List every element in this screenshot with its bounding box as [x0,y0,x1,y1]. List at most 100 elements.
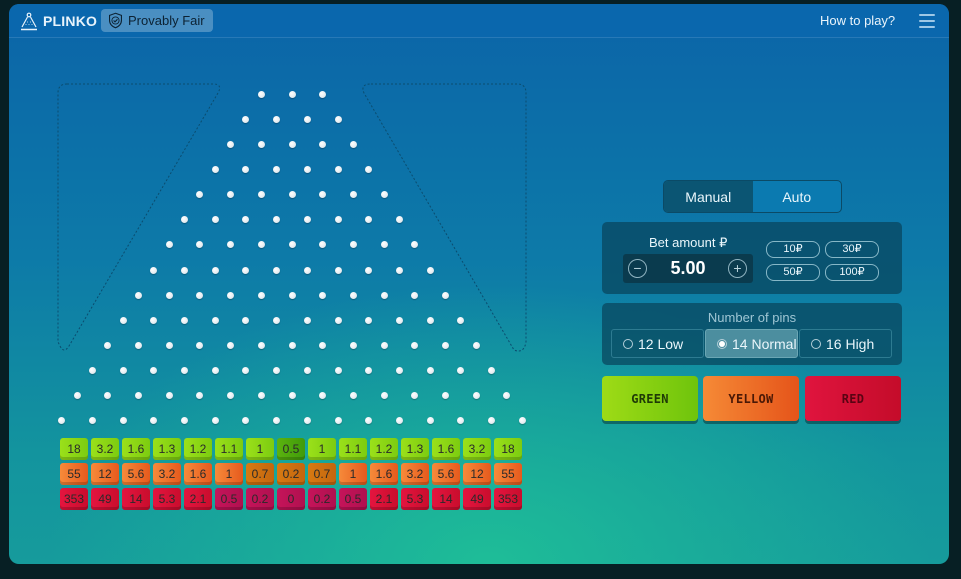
pin [181,316,189,324]
pin [380,291,388,299]
multiplier-cell: 1.6 [184,463,212,485]
pin [135,291,143,299]
multiplier-cell: 3.2 [401,463,429,485]
multiplier-cell: 3.2 [91,438,119,460]
pin [288,392,296,400]
multiplier-cell: 1.6 [370,463,398,485]
pin [303,165,311,173]
multiplier-cell: 0.2 [308,488,336,510]
pin [119,367,127,375]
multiplier-cell: 1 [308,438,336,460]
pin [288,90,296,98]
pin [303,266,311,274]
pin [227,291,235,299]
bet-amount-label: Bet amount ₽ [649,235,728,250]
pin [319,291,327,299]
multiplier-cell: 0.7 [246,463,274,485]
pins-option-14-normal[interactable]: 14 Normal [705,329,798,358]
pin [273,266,281,274]
multiplier-cell: 0.5 [215,488,243,510]
pin [211,266,219,274]
pin [211,165,219,173]
plus-circle-icon[interactable]: + [728,259,747,278]
game-window: PLINKO Provably Fair How to play? 18 3.2 1… [9,4,949,564]
radio-selected-icon [717,338,727,349]
pin [426,316,434,324]
pin [395,266,403,274]
pin [349,342,357,349]
multiplier-cell: 1.6 [122,438,150,460]
pin [303,115,311,123]
chip-100[interactable]: 100₽ [825,264,879,281]
tab-auto[interactable]: Auto [753,181,842,212]
pin [457,316,465,324]
pin [426,417,434,425]
multiplier-cell: 1.2 [370,438,398,460]
pin [273,115,281,123]
radio-icon [811,338,821,349]
multiplier-cell: 1 [246,438,274,460]
right-guide-outline [362,83,527,352]
option-label: 12 Low [638,335,684,352]
pin [119,316,127,324]
chip-50[interactable]: 50₽ [766,264,820,281]
multiplier-cell: 5.6 [122,463,150,485]
pin [411,291,419,299]
pin [288,291,296,299]
multiplier-cell: 353 [494,488,522,510]
multiplier-cell: 18 [494,438,522,460]
pin [165,342,173,349]
multiplier-cell: 1 [339,463,367,485]
bet-panel: Bet amount ₽ − 5.00 + 10₽ 30₽ 50₽ 100₽ [602,222,902,294]
mode-toggle: Manual Auto [663,180,842,213]
multiplier-cell: 18 [60,438,88,460]
multiplier-cell: 55 [494,463,522,485]
pin [303,316,311,324]
multiplier-cell: 12 [91,463,119,485]
hamburger-menu-icon[interactable] [919,14,935,28]
multiplier-cell: 0.5 [339,488,367,510]
pin [334,417,342,425]
radio-icon [623,338,633,349]
pin [288,191,296,199]
multiplier-row-yellow: 55 12 5.6 3.2 1.6 1 0.7 0.2 0.7 1 1.6 3.2 5.6 12 55 [60,463,522,485]
multiplier-cell: 55 [60,463,88,485]
tab-manual[interactable]: Manual [664,181,753,212]
multiplier-cell: 1.3 [401,438,429,460]
bet-amount-input[interactable]: − 5.00 + [623,254,753,283]
pin [288,342,296,349]
pin [380,191,388,199]
play-yellow-button[interactable]: YELLOW [703,376,799,421]
multiplier-cell: 1 [215,463,243,485]
pin [165,291,173,299]
multiplier-cell: 0.7 [308,463,336,485]
multiplier-cell: 0.5 [277,438,305,460]
chip-10[interactable]: 10₽ [766,241,820,258]
pin [518,417,526,425]
multiplier-cell: 14 [432,488,460,510]
pin [472,392,480,400]
pins-option-12-low[interactable]: 12 Low [611,329,704,358]
multiplier-cell: 14 [122,488,150,510]
multiplier-cell: 1.3 [153,438,181,460]
play-red-button[interactable]: RED [805,376,901,421]
pins-option-16-high[interactable]: 16 High [799,329,892,358]
pin [380,392,388,400]
pin [257,140,265,148]
multiplier-cell: 2.1 [370,488,398,510]
pin [365,316,373,324]
pin [334,367,342,375]
pin [441,342,449,349]
pin [288,241,296,249]
multiplier-cell: 5.6 [432,463,460,485]
how-to-play-link[interactable]: How to play? [820,13,895,28]
multiplier-cell: 5.3 [401,488,429,510]
multiplier-cell: 0 [277,488,305,510]
plinko-board: 18 3.2 1.6 1.3 1.2 1.1 1 0.5 1 1.1 1.2 1.3 1.6 3.2 18 … [9,4,569,564]
pin [472,342,480,349]
chip-30[interactable]: 30₽ [825,241,879,258]
option-label: 14 Normal [732,335,797,352]
play-green-button[interactable]: GREEN [602,376,698,421]
pins-panel: Number of pins 12 Low 14 Normal 16 High [602,303,902,365]
number-of-pins-label: Number of pins [707,310,797,325]
